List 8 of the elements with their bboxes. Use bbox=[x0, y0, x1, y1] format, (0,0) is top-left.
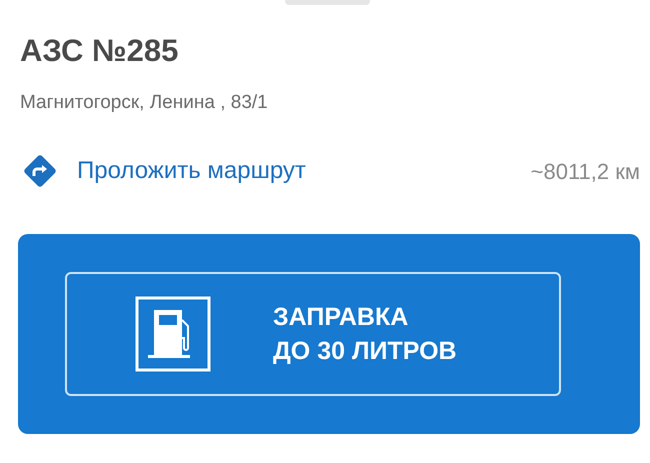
fuel-pump-icon bbox=[135, 296, 211, 372]
station-address: Магнитогорск, Ленина , 83/1 bbox=[20, 91, 268, 115]
station-title: АЗС №285 bbox=[20, 33, 178, 69]
distance-text: ~8011,2 км bbox=[530, 158, 640, 186]
promo-banner[interactable]: ЗАПРАВКА ДО 30 ЛИТРОВ bbox=[18, 234, 640, 434]
route-link[interactable]: Проложить маршрут bbox=[20, 151, 306, 191]
drag-handle[interactable] bbox=[285, 0, 370, 5]
banner-text: ЗАПРАВКА ДО 30 ЛИТРОВ bbox=[273, 302, 457, 367]
